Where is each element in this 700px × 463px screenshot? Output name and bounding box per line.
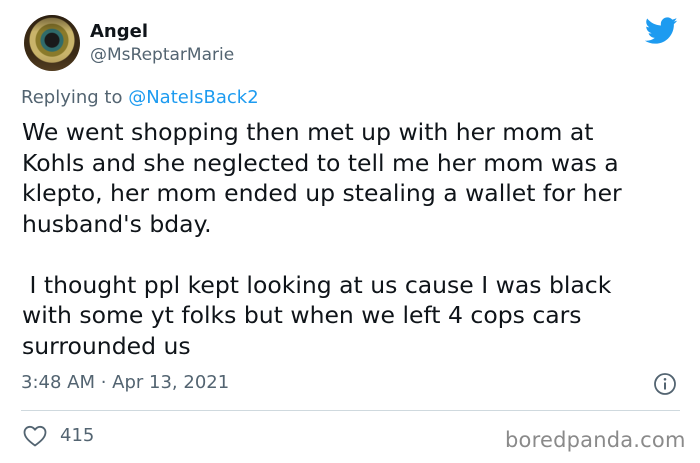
like-count[interactable]: 415 <box>60 425 94 446</box>
watermark: boredpanda.com <box>505 428 686 452</box>
twitter-bird-icon[interactable] <box>645 17 678 45</box>
reply-prefix: Replying to <box>21 87 129 108</box>
tweet-timestamp[interactable]: 3:48 AM · Apr 13, 2021 <box>21 372 229 393</box>
info-icon[interactable] <box>653 372 677 396</box>
author-name[interactable]: Angel <box>90 21 148 42</box>
tweet-text: We went shopping then met up with her mo… <box>22 118 622 360</box>
reply-context: Replying to @NateIsBack2 <box>21 87 259 108</box>
avatar[interactable] <box>24 15 80 71</box>
author-handle[interactable]: @MsReptarMarie <box>90 45 234 65</box>
heart-icon[interactable] <box>23 425 47 447</box>
reply-mention-link[interactable]: @NateIsBack2 <box>128 87 258 108</box>
divider <box>21 410 680 411</box>
